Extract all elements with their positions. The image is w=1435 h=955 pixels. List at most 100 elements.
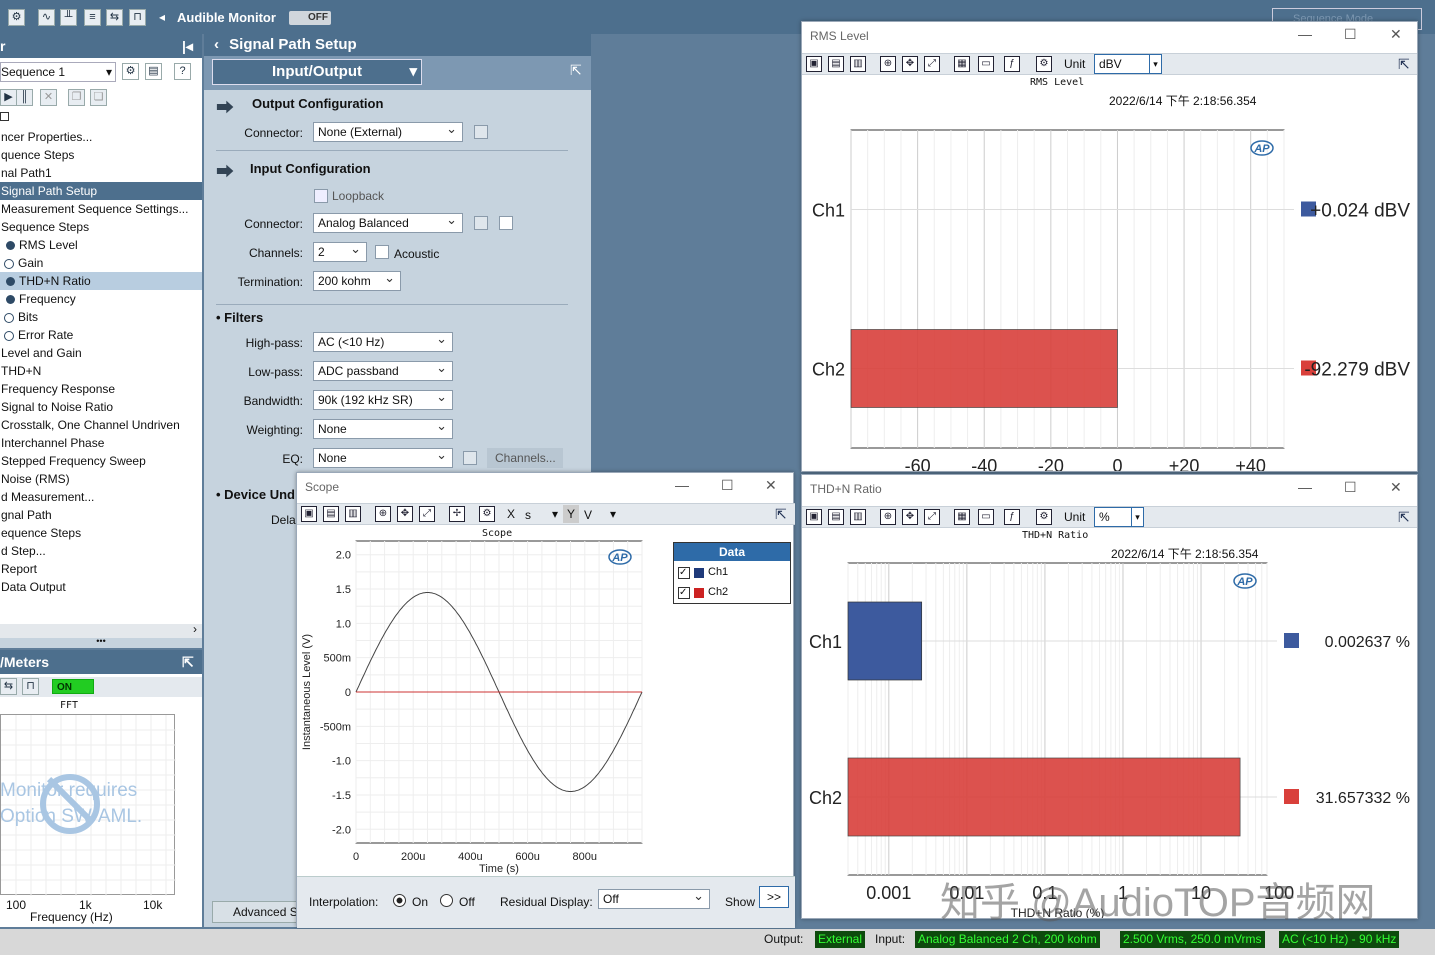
pan-icon[interactable]: ✥ xyxy=(902,56,918,72)
unit-select[interactable]: % ▾ xyxy=(1094,507,1144,527)
popout-icon[interactable]: ⇱ xyxy=(182,650,194,674)
chart-icon[interactable]: ╨ xyxy=(60,9,77,26)
save-icon[interactable]: ▣ xyxy=(806,509,822,525)
tree-item[interactable]: gnal Path xyxy=(0,506,202,524)
copy-icon[interactable]: ❐ xyxy=(68,89,85,106)
popout-icon[interactable]: ⇱ xyxy=(775,506,787,523)
tree-item[interactable]: Error Rate xyxy=(0,326,202,344)
tree-item[interactable]: Interchannel Phase xyxy=(0,434,202,452)
eq-select[interactable]: None xyxy=(313,446,453,468)
tree-item[interactable]: d Measurement... xyxy=(0,488,202,506)
tree-item[interactable]: Level and Gain xyxy=(0,344,202,362)
collapse-icon[interactable]: |◂ xyxy=(182,34,193,58)
tree-item[interactable]: quence Steps xyxy=(0,146,202,164)
maximize-icon[interactable]: ☐ xyxy=(1344,479,1357,496)
close-icon[interactable]: ✕ xyxy=(1390,26,1402,43)
sequence-select[interactable]: Sequence 1 ▾ xyxy=(0,62,116,82)
delete-icon[interactable]: ✕ xyxy=(40,89,57,106)
dropdown-icon[interactable]: ▾ xyxy=(552,507,558,521)
advanced-button[interactable]: Advanced S xyxy=(212,901,302,923)
back-icon[interactable]: ‹ xyxy=(214,36,219,53)
minimize-icon[interactable]: — xyxy=(1298,26,1312,42)
close-icon[interactable]: ✕ xyxy=(1390,479,1402,496)
paste-icon[interactable]: ❏ xyxy=(90,89,107,106)
more-button[interactable]: >> xyxy=(759,886,789,908)
acoustic-checkbox[interactable] xyxy=(375,245,389,259)
residual-select[interactable]: Off xyxy=(598,887,710,909)
pulse-icon[interactable]: ⊓ xyxy=(22,678,39,695)
output-connector-select[interactable]: None (External) xyxy=(313,120,463,142)
fit-icon[interactable]: ⤢ xyxy=(924,56,940,72)
pan-icon[interactable]: ✥ xyxy=(397,506,413,522)
tree-item[interactable]: Measurement Sequence Settings... xyxy=(0,200,202,218)
y-unit-select[interactable]: V xyxy=(584,508,592,522)
table-icon[interactable]: ▦ xyxy=(954,56,970,72)
tree-item[interactable]: RMS Level xyxy=(0,236,202,254)
copy-icon[interactable]: ▤ xyxy=(828,509,844,525)
audible-monitor-toggle[interactable]: OFF xyxy=(289,11,331,25)
unit-select[interactable]: dBV ▾ xyxy=(1094,54,1162,74)
lowpass-select[interactable]: ADC passband xyxy=(313,359,453,381)
interp-on-radio[interactable] xyxy=(393,894,406,907)
weighting-select[interactable]: None xyxy=(313,417,453,439)
minimize-icon[interactable]: — xyxy=(675,477,689,493)
image-icon[interactable]: ▭ xyxy=(978,509,994,525)
gear-icon[interactable]: ⚙ xyxy=(1036,509,1052,525)
bandwidth-select[interactable]: 90k (192 kHz SR) xyxy=(313,388,453,410)
tree-item[interactable]: Frequency xyxy=(0,290,202,308)
fit-icon[interactable]: ⤢ xyxy=(419,506,435,522)
table-icon[interactable]: ▦ xyxy=(954,509,970,525)
maximize-icon[interactable]: ☐ xyxy=(721,477,734,494)
tree-item[interactable]: Sequence Steps xyxy=(0,218,202,236)
tree-item[interactable]: Signal to Noise Ratio xyxy=(0,398,202,416)
copy-icon[interactable]: ▤ xyxy=(828,56,844,72)
tree-item[interactable]: Crosstalk, One Channel Undriven xyxy=(0,416,202,434)
swap-icon[interactable]: ⇆ xyxy=(0,678,17,695)
minimize-icon[interactable]: — xyxy=(1298,479,1312,495)
cursor-icon[interactable]: ✢ xyxy=(449,506,465,522)
bars-icon[interactable]: ║ xyxy=(16,89,33,106)
tree-item[interactable]: nal Path1 xyxy=(0,164,202,182)
print-icon[interactable]: ▥ xyxy=(850,509,866,525)
tree-item[interactable]: equence Steps xyxy=(0,524,202,542)
tree-item[interactable]: THD+N Ratio xyxy=(0,272,202,290)
loopback-checkbox[interactable] xyxy=(314,189,328,203)
tree-item[interactable]: Signal Path Setup xyxy=(0,182,202,200)
print-icon[interactable]: ▥ xyxy=(850,56,866,72)
list-icon[interactable]: ≡ xyxy=(84,9,101,26)
tree-item[interactable]: Report xyxy=(0,560,202,578)
channels-stepper[interactable]: 2 xyxy=(313,240,367,262)
tree-item[interactable]: d Step... xyxy=(0,542,202,560)
tree-item[interactable]: Stepped Frequency Sweep xyxy=(0,452,202,470)
gear-icon[interactable]: ⚙ xyxy=(1036,56,1052,72)
tree-item[interactable]: Data Output xyxy=(0,578,202,596)
copy-icon[interactable]: ▤ xyxy=(323,506,339,522)
termination-select[interactable]: 200 kohm xyxy=(313,269,401,291)
input-connector-select[interactable]: Analog Balanced xyxy=(313,211,463,233)
zoom-icon[interactable]: ⊕ xyxy=(880,509,896,525)
function-icon[interactable]: ƒ xyxy=(1004,509,1020,525)
table-icon[interactable] xyxy=(499,216,513,230)
image-icon[interactable]: ▭ xyxy=(978,56,994,72)
play-icon[interactable]: ▶ xyxy=(0,89,17,106)
fit-icon[interactable]: ⤢ xyxy=(924,509,940,525)
x-unit-select[interactable]: s xyxy=(525,508,531,522)
gear-icon[interactable]: ⚙ xyxy=(479,506,495,522)
gear-icon[interactable] xyxy=(474,125,488,139)
save-icon[interactable]: ▣ xyxy=(806,56,822,72)
popout-icon[interactable]: ⇱ xyxy=(1398,56,1410,73)
tree-item[interactable]: Noise (RMS) xyxy=(0,470,202,488)
pan-icon[interactable]: ✥ xyxy=(902,509,918,525)
meters-on-toggle[interactable]: ON xyxy=(52,679,94,694)
swap-icon[interactable]: ⇆ xyxy=(106,9,123,26)
tree-item[interactable]: Gain xyxy=(0,254,202,272)
tree-checkbox[interactable] xyxy=(0,112,9,121)
help-icon[interactable]: ? xyxy=(174,63,191,80)
report-icon[interactable]: ▤ xyxy=(145,63,162,80)
interp-off-radio[interactable] xyxy=(440,894,453,907)
splitter-handle[interactable]: ••• xyxy=(0,637,202,648)
zoom-icon[interactable]: ⊕ xyxy=(880,56,896,72)
save-icon[interactable]: ▣ xyxy=(301,506,317,522)
dropdown-icon[interactable]: ▾ xyxy=(610,507,616,521)
settings-icon[interactable]: ⚙ xyxy=(122,63,139,80)
